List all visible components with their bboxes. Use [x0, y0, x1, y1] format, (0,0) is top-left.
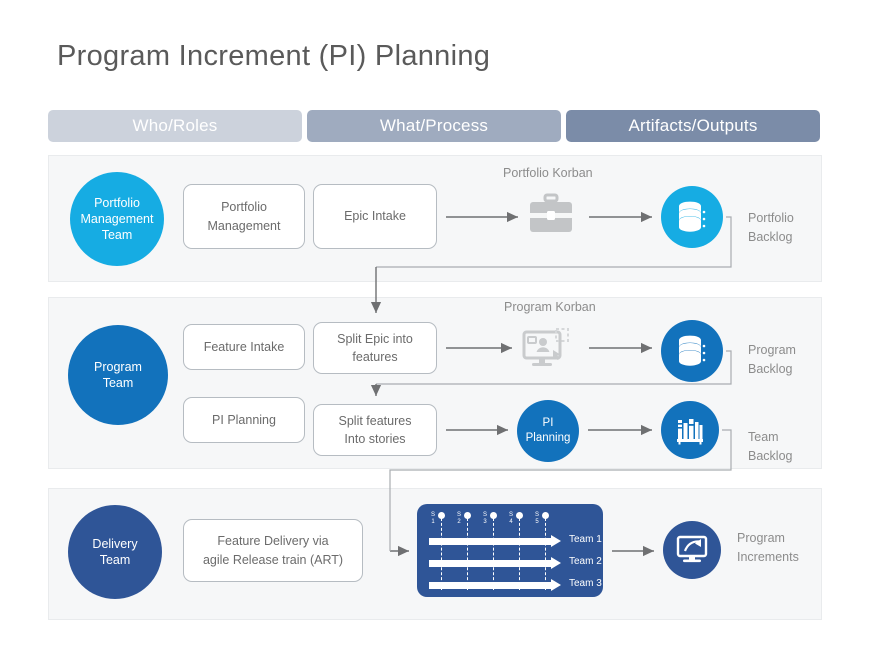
sprint-milestone-dot [516, 512, 523, 519]
artifact-label-program-increments: Program Increments [737, 529, 799, 567]
role-label-line1: Portfolio [94, 195, 140, 210]
artifact-team-backlog-icon[interactable] [661, 401, 719, 459]
sprint-label: S1 [430, 512, 435, 525]
process-box-split-features-into-stories[interactable]: Split features Into stories [313, 404, 437, 456]
role-circle-program-team[interactable]: Program Team [68, 325, 168, 425]
team-progress-bar [429, 560, 551, 567]
pi-planning-circle[interactable]: PI Planning [517, 400, 579, 462]
column-header-label: Artifacts/Outputs [628, 116, 758, 135]
process-label-line1: Feature Delivery via [217, 534, 329, 549]
role-label-line1: Program [94, 359, 142, 374]
sprint-divider-line [440, 518, 442, 590]
pi-planning-label-line2: Planning [525, 432, 571, 444]
team-label: Team 3 [569, 578, 602, 589]
team-arrow-head-icon [551, 535, 561, 547]
process-box-pi-planning[interactable]: PI Planning [183, 397, 305, 443]
team-progress-bar [429, 538, 551, 545]
sprint-divider-line [492, 518, 494, 590]
tool-label-program-korban: Program Korban [504, 300, 596, 314]
artifact-label-line1: Portfolio [748, 211, 794, 225]
artifact-label-program-backlog: Program Backlog [748, 341, 796, 379]
process-box-portfolio-management[interactable]: Portfolio Management [183, 184, 305, 249]
artifact-label-line2: Backlog [748, 448, 793, 463]
team-label: Team 1 [569, 534, 602, 545]
artifact-program-backlog-icon[interactable] [661, 320, 723, 382]
role-circle-portfolio-management-team[interactable]: Portfolio Management Team [70, 172, 164, 266]
column-header-what-process[interactable]: What/Process [307, 110, 561, 142]
slide-canvas: Program Increment (PI) Planning Who/Role… [0, 0, 870, 653]
team-arrow-head-icon [551, 557, 561, 569]
artifact-label-line2: Increments [737, 549, 799, 564]
sprint-label: S2 [456, 512, 461, 525]
process-label-line2: agile Release train (ART) [202, 552, 344, 567]
role-label-line2: Team [99, 553, 131, 567]
sprint-milestone-dot [490, 512, 497, 519]
process-label-line1: Split features [338, 413, 412, 428]
team-label: Team 2 [569, 556, 602, 567]
tool-label-portfolio-korban: Portfolio Korban [503, 166, 593, 180]
artifact-label-team-backlog: Team Backlog [748, 428, 792, 466]
artifact-label-line1: Team [748, 430, 779, 444]
process-box-split-epic-into-features[interactable]: Split Epic into features [313, 322, 437, 374]
database-icon [679, 201, 706, 232]
artifact-portfolio-backlog-icon[interactable] [661, 186, 723, 248]
role-label-line1: Delivery [92, 536, 138, 551]
process-label-line1: Feature Intake [203, 339, 285, 354]
column-header-who-roles[interactable]: Who/Roles [48, 110, 302, 142]
database-icon [679, 335, 706, 366]
role-label-line2: Management [80, 211, 154, 226]
team-arrow-head-icon [551, 579, 561, 591]
team-progress-bar [429, 582, 551, 589]
art-release-train-board[interactable]: S1 S2 S3 S4 S5 Team 1 Team 2 Team 3 [417, 504, 603, 597]
role-label-line3: Team [101, 228, 133, 243]
role-circle-delivery-team[interactable]: Delivery Team [68, 505, 162, 599]
artifact-label-portfolio-backlog: Portfolio Backlog [748, 209, 794, 247]
process-label-line1: Portfolio [221, 200, 267, 215]
monitor-user-icon [521, 326, 571, 375]
sprint-divider-line [544, 518, 546, 590]
artifact-label-line2: Backlog [748, 229, 793, 244]
role-label-line2: Team [102, 376, 134, 390]
sprint-label: S4 [508, 512, 513, 525]
artifact-label-line1: Program [737, 531, 785, 545]
sprint-label: S3 [482, 512, 487, 525]
pi-planning-label-line1: PI [542, 417, 554, 430]
artifact-label-line1: Program [748, 343, 796, 357]
process-label-line1: Split Epic into [337, 331, 413, 346]
process-label-line2: Management [207, 218, 281, 233]
process-label-line2: Into stories [344, 432, 406, 446]
column-header-artifacts-outputs[interactable]: Artifacts/Outputs [566, 110, 820, 142]
process-label-line1: Epic Intake [344, 209, 406, 224]
sprint-label: S5 [534, 512, 539, 525]
page-title: Program Increment (PI) Planning [57, 40, 491, 72]
artifact-label-line2: Backlog [748, 361, 793, 376]
briefcase-icon [528, 192, 574, 241]
sprint-divider-line [518, 518, 520, 590]
process-box-feature-delivery-art[interactable]: Feature Delivery via agile Release train… [183, 519, 363, 582]
monitor-arrow-icon [676, 535, 708, 563]
process-label-line2: features [352, 350, 398, 364]
sprint-milestone-dot [438, 512, 445, 519]
process-label-line1: PI Planning [212, 412, 276, 427]
sprint-milestone-dot [464, 512, 471, 519]
column-header-label: What/Process [379, 116, 489, 135]
artifact-program-increments-icon[interactable] [663, 521, 721, 579]
column-header-label: Who/Roles [132, 116, 218, 135]
process-box-feature-intake[interactable]: Feature Intake [183, 324, 305, 370]
sprint-milestone-dot [542, 512, 549, 519]
sprint-divider-line [466, 518, 468, 590]
process-box-epic-intake[interactable]: Epic Intake [313, 184, 437, 249]
books-icon [677, 419, 703, 445]
